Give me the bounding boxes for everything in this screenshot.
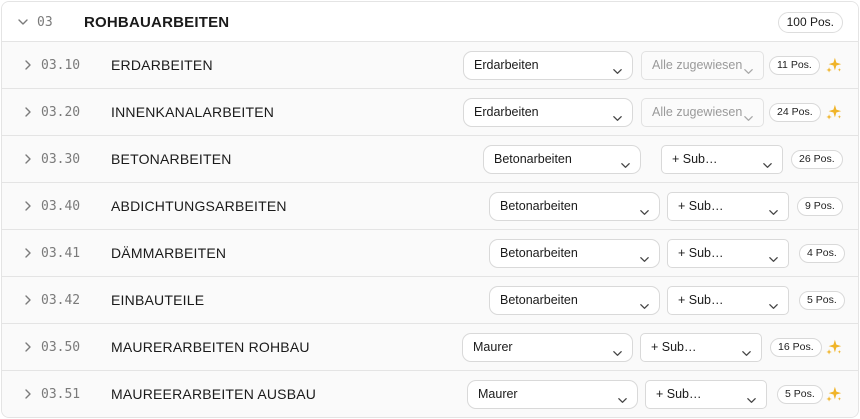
section-title: EINBAUTEILE xyxy=(111,292,205,308)
group-code: 03 xyxy=(37,15,53,30)
trade-select[interactable]: Betonarbeiten xyxy=(489,192,660,221)
subcontractor-select-value: Alle zugewiesen xyxy=(652,105,743,119)
position-count-badge: 5 Pos. xyxy=(799,291,845,310)
subcontractor-select-value: + Sub… xyxy=(672,152,718,166)
section-row[interactable]: 03.20 INNENKANALARBEITEN Erdarbeiten Alle z… xyxy=(2,89,858,136)
chevron-down-icon xyxy=(612,60,623,74)
chevron-down-icon xyxy=(617,389,628,403)
chevron-right-icon[interactable] xyxy=(20,151,36,167)
section-row[interactable]: 03.42 EINBAUTEILE Betonarbeiten + Sub… 5 Pos… xyxy=(2,277,858,324)
chevron-down-icon[interactable] xyxy=(15,14,31,30)
section-title: MAUREERARBEITEN AUSBAU xyxy=(111,386,317,402)
chevron-right-icon[interactable] xyxy=(20,198,36,214)
subcontractor-select[interactable]: + Sub… xyxy=(661,145,783,174)
trade-select[interactable]: Betonarbeiten xyxy=(489,286,660,315)
chevron-right-icon[interactable] xyxy=(20,292,36,308)
chevron-right-icon[interactable] xyxy=(20,104,36,120)
trade-select[interactable]: Betonarbeiten xyxy=(483,145,641,174)
section-title: ABDICHTUNGSARBEITEN xyxy=(111,198,287,214)
chevron-down-icon xyxy=(768,201,779,215)
section-title: DÄMMARBEITEN xyxy=(111,245,227,261)
chevron-down-icon xyxy=(612,342,623,356)
trade-assignment-panel: 03 ROHBAUARBEITEN 100 Pos. 03.10 ERDARBEI… xyxy=(1,1,859,418)
section-row[interactable]: 03.10 ERDARBEITEN Erdarbeiten Alle zugewies… xyxy=(2,42,858,89)
chevron-down-icon xyxy=(620,154,631,168)
trade-select[interactable]: Erdarbeiten xyxy=(463,51,633,80)
trade-select-value: Betonarbeiten xyxy=(500,199,578,213)
trade-select[interactable]: Betonarbeiten xyxy=(489,239,660,268)
trade-select[interactable]: Maurer xyxy=(467,380,638,409)
section-row[interactable]: 03.30 BETONARBEITEN Betonarbeiten + Sub… 26 … xyxy=(2,136,858,183)
group-header-rohbau[interactable]: 03 ROHBAUARBEITEN 100 Pos. xyxy=(2,2,858,42)
chevron-down-icon xyxy=(741,342,752,356)
chevron-down-icon xyxy=(762,154,773,168)
position-count-badge: 4 Pos. xyxy=(799,244,845,263)
subcontractor-select-value: + Sub… xyxy=(678,293,724,307)
subcontractor-select: Alle zugewiesen xyxy=(641,98,764,127)
position-count-badge: 24 Pos. xyxy=(769,103,821,122)
section-title: INNENKANALARBEITEN xyxy=(111,104,275,120)
chevron-right-icon[interactable] xyxy=(20,339,36,355)
position-count-badge: 9 Pos. xyxy=(797,197,843,216)
section-row[interactable]: 03.41 DÄMMARBEITEN Betonarbeiten + Sub… 4 Po… xyxy=(2,230,858,277)
trade-select-value: Betonarbeiten xyxy=(500,246,578,260)
section-code: 03.40 xyxy=(41,199,81,214)
section-code: 03.41 xyxy=(41,246,81,261)
trade-select-value: Erdarbeiten xyxy=(474,58,539,72)
position-count-badge: 5 Pos. xyxy=(777,385,823,404)
chevron-right-icon[interactable] xyxy=(20,57,36,73)
subcontractor-select[interactable]: + Sub… xyxy=(645,380,767,409)
chevron-right-icon[interactable] xyxy=(20,386,36,402)
group-position-count-badge: 100 Pos. xyxy=(777,12,843,33)
section-code: 03.20 xyxy=(41,105,81,120)
group-title: ROHBAUARBEITEN xyxy=(84,14,230,31)
subcontractor-select-value: + Sub… xyxy=(678,199,724,213)
subcontractor-select[interactable]: + Sub… xyxy=(667,286,789,315)
trade-select-value: Maurer xyxy=(473,340,513,354)
section-title: ERDARBEITEN xyxy=(111,57,213,73)
section-code: 03.10 xyxy=(41,58,81,73)
chevron-down-icon xyxy=(639,248,650,262)
trade-select-value: Maurer xyxy=(478,387,518,401)
chevron-down-icon xyxy=(768,295,779,309)
subcontractor-select[interactable]: + Sub… xyxy=(640,333,762,362)
section-code: 03.42 xyxy=(41,293,81,308)
sparkle-icon[interactable] xyxy=(825,385,843,403)
sparkle-icon[interactable] xyxy=(825,103,843,121)
chevron-down-icon xyxy=(743,60,754,74)
subcontractor-select: Alle zugewiesen xyxy=(641,51,764,80)
chevron-down-icon xyxy=(612,107,623,121)
chevron-down-icon xyxy=(743,107,754,121)
trade-select-value: Betonarbeiten xyxy=(494,152,572,166)
subcontractor-select-value: + Sub… xyxy=(656,387,702,401)
section-title: MAURERARBEITEN ROHBAU xyxy=(111,339,310,355)
trade-select[interactable]: Erdarbeiten xyxy=(463,98,633,127)
chevron-down-icon xyxy=(746,389,757,403)
sparkle-icon[interactable] xyxy=(825,338,843,356)
section-title: BETONARBEITEN xyxy=(111,151,232,167)
trade-select-value: Erdarbeiten xyxy=(474,105,539,119)
chevron-down-icon xyxy=(768,248,779,262)
chevron-down-icon xyxy=(639,295,650,309)
position-count-badge: 16 Pos. xyxy=(770,338,822,357)
trade-select-value: Betonarbeiten xyxy=(500,293,578,307)
position-count-badge: 11 Pos. xyxy=(769,56,820,75)
section-code: 03.30 xyxy=(41,152,81,167)
subcontractor-select-value: Alle zugewiesen xyxy=(652,58,743,72)
position-count-badge: 26 Pos. xyxy=(791,150,843,169)
subcontractor-select-value: + Sub… xyxy=(678,246,724,260)
subcontractor-select-value: + Sub… xyxy=(651,340,697,354)
trade-select[interactable]: Maurer xyxy=(462,333,633,362)
section-row[interactable]: 03.51 MAUREERARBEITEN AUSBAU Maurer + Sub… 5… xyxy=(2,371,858,417)
chevron-right-icon[interactable] xyxy=(20,245,36,261)
section-row[interactable]: 03.40 ABDICHTUNGSARBEITEN Betonarbeiten + S… xyxy=(2,183,858,230)
chevron-down-icon xyxy=(639,201,650,215)
subcontractor-select[interactable]: + Sub… xyxy=(667,239,789,268)
subcontractor-select[interactable]: + Sub… xyxy=(667,192,789,221)
section-row[interactable]: 03.50 MAURERARBEITEN ROHBAU Maurer + Sub… 16… xyxy=(2,324,858,371)
section-code: 03.51 xyxy=(41,387,81,402)
sparkle-icon[interactable] xyxy=(825,56,843,74)
section-code: 03.50 xyxy=(41,340,81,355)
